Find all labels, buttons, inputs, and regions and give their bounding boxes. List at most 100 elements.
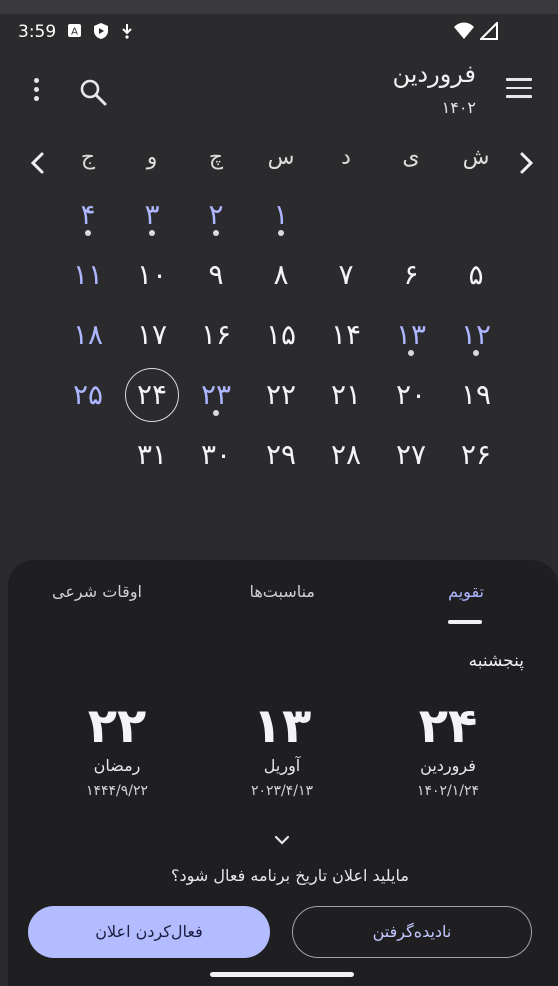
tab-prayer-times[interactable]: اوقات شرعی [52, 582, 142, 601]
calendar-day-number: ۱۷ [136, 318, 168, 351]
calendar-day-number: ۲۹ [265, 438, 297, 471]
calendar-day-number: ۱ [273, 198, 289, 231]
calendar-day-number: ۴ [80, 198, 96, 231]
weekday-label: س [267, 145, 295, 170]
calendar-day[interactable]: ۱۶ [186, 310, 246, 360]
calendar-day-today[interactable]: ۲۴ [122, 368, 182, 422]
bottom-sheet: تقویم مناسبت‌ها اوقات شرعی پنجشنبه ۲۴ فر… [8, 560, 558, 986]
status-right-icons [454, 20, 498, 44]
calendar-day[interactable]: ۱۵ [251, 310, 311, 360]
cell-signal-icon [478, 20, 498, 44]
dismiss-button[interactable]: نادیده‌گرفتن [292, 906, 532, 958]
calendar-day[interactable]: ۳۱ [122, 430, 182, 480]
expand-chevron-down-icon[interactable] [272, 832, 292, 846]
gregorian-day-number: ۱۳ [252, 698, 312, 754]
notification-prompt: مایلید اعلان تاریخ برنامه فعال شود؟ [171, 866, 409, 885]
calendar-day-number: ۱۵ [265, 318, 297, 351]
calendar-day[interactable]: ۱۱ [58, 250, 118, 300]
gregorian-full-date: ۲۰۲۳/۴/۱۳ [250, 783, 314, 799]
weekday-label: ش [462, 145, 490, 170]
calendar-day-number: ۲۳ [200, 378, 232, 411]
tab-events[interactable]: مناسبت‌ها [249, 582, 315, 601]
calendar-day-number: ۲۰ [395, 378, 427, 411]
calendar-day-number: ۵ [468, 258, 484, 291]
month-title[interactable]: فروردین [392, 60, 476, 88]
calendar-day[interactable]: ۲۰ [381, 370, 441, 420]
calendar-day[interactable]: ۱۰ [122, 250, 182, 300]
event-dot [213, 410, 219, 416]
calendar-day[interactable]: ۱ [251, 190, 311, 240]
calendar-day[interactable]: ۲۹ [251, 430, 311, 480]
calendar-day[interactable]: ۱۷ [122, 310, 182, 360]
status-bar: 3:59 A [0, 14, 558, 50]
weekday-label: ی [402, 145, 420, 170]
calendar-day-number: ۱۶ [200, 318, 232, 351]
persian-date[interactable]: ۲۴ فروردین ۱۴۰۲/۱/۲۴ [368, 698, 528, 799]
prev-month-chevron-icon[interactable] [26, 151, 50, 175]
enable-notification-button[interactable]: فعال‌کردن اعلان [28, 906, 270, 958]
event-dot [473, 350, 479, 356]
gregorian-month: آوریل [263, 756, 301, 775]
weekday-header: ش ی د س چ و ج [0, 145, 558, 185]
calendar-day-number: ۱۲ [460, 318, 492, 351]
calendar-day[interactable]: ۸ [251, 250, 311, 300]
calendar-day[interactable]: ۵ [446, 250, 506, 300]
calendar-day-number: ۲ [208, 198, 224, 231]
status-left-icons: A [68, 23, 134, 39]
status-time: 3:59 [18, 22, 57, 42]
weekday-label: د [341, 145, 351, 170]
calendar-day-number: ۳۱ [136, 438, 168, 471]
calendar-day[interactable]: ۲۲ [251, 370, 311, 420]
search-icon[interactable] [78, 77, 108, 107]
calendar-day[interactable]: ۲۵ [58, 370, 118, 420]
calendar-day-number: ۳۰ [200, 438, 232, 471]
calendar-day[interactable]: ۱۳ [381, 310, 441, 360]
weekday-label: و [146, 145, 158, 170]
wifi-icon [454, 22, 474, 44]
calendar-day[interactable]: ۲۷ [381, 430, 441, 480]
top-strip [0, 0, 558, 14]
next-month-chevron-icon[interactable] [514, 151, 538, 175]
tab-indicator [448, 620, 482, 624]
calendar-day[interactable]: ۱۲ [446, 310, 506, 360]
tab-calendar[interactable]: تقویم [448, 582, 484, 601]
calendar-day-number: ۸ [273, 258, 289, 291]
event-dot [149, 230, 155, 236]
calendar-day-number: ۳ [144, 198, 160, 231]
calendar-day[interactable]: ۲ [186, 190, 246, 240]
calendar-day-number: ۲۴ [136, 378, 168, 411]
calendar-day[interactable]: ۲۱ [316, 370, 376, 420]
persian-month: فروردین [420, 756, 476, 775]
calendar-day[interactable]: ۳ [122, 190, 182, 240]
shield-play-icon [94, 23, 108, 39]
calendar-day-number: ۲۸ [330, 438, 362, 471]
calendar-day[interactable]: ۱۹ [446, 370, 506, 420]
calendar-day-number: ۱۹ [460, 378, 492, 411]
calendar-day[interactable]: ۲۳ [186, 370, 246, 420]
calendar-day[interactable]: ۲۸ [316, 430, 376, 480]
event-dot [278, 230, 284, 236]
calendar-day[interactable]: ۲۶ [446, 430, 506, 480]
more-vert-icon[interactable] [30, 78, 42, 104]
svg-text:A: A [71, 27, 78, 38]
calendar-day[interactable]: ۷ [316, 250, 376, 300]
menu-icon[interactable] [506, 78, 532, 98]
event-dot [408, 350, 414, 356]
calendar-day[interactable]: ۶ [381, 250, 441, 300]
hijri-month: رمضان [93, 756, 141, 775]
hijri-date[interactable]: ۲۲ رمضان ۱۴۴۴/۹/۲۲ [37, 698, 197, 799]
home-indicator[interactable] [210, 972, 354, 977]
calendar-day[interactable]: ۱۴ [316, 310, 376, 360]
calendar-day[interactable]: ۹ [186, 250, 246, 300]
download-icon [120, 23, 134, 39]
app-bar: فروردین ۱۴۰۲ [0, 50, 558, 136]
calendar-day[interactable]: ۴ [58, 190, 118, 240]
hijri-full-date: ۱۴۴۴/۹/۲۲ [85, 783, 149, 799]
calendar-day[interactable]: ۳۰ [186, 430, 246, 480]
calendar-day-number: ۱۸ [72, 318, 104, 351]
calendar-day-number: ۷ [338, 258, 354, 291]
gregorian-date[interactable]: ۱۳ آوریل ۲۰۲۳/۴/۱۳ [202, 698, 362, 799]
calendar-day-number: ۲۱ [330, 378, 362, 411]
event-dot [213, 230, 219, 236]
calendar-day[interactable]: ۱۸ [58, 310, 118, 360]
